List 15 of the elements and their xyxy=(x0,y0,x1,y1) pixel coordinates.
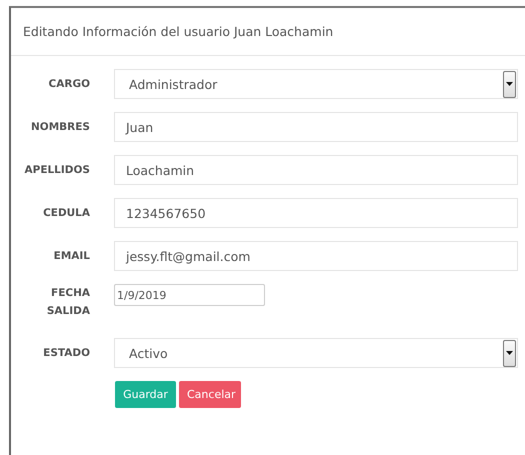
input-field[interactable]: Loachamin xyxy=(114,155,518,185)
dialog-title: Editando Información del usuario Juan Loachamin xyxy=(23,24,334,39)
select-field[interactable]: Activo xyxy=(114,338,518,368)
date-field[interactable]: 1/9/2019 xyxy=(114,284,265,306)
input-field[interactable]: Juan xyxy=(114,112,518,142)
input-field[interactable]: jessy.flt@gmail.com xyxy=(114,241,518,271)
field-label: EMAIL xyxy=(52,249,90,264)
field-label: FECHA SALIDA xyxy=(46,286,90,319)
field-label: APELLIDOS xyxy=(24,163,90,178)
input-field[interactable]: 1234567650 xyxy=(114,198,518,228)
field-label: NOMBRES xyxy=(30,120,90,135)
field-label: CARGO xyxy=(48,77,90,92)
field-label: ESTADO xyxy=(42,346,90,361)
field-label: CEDULA xyxy=(42,206,90,221)
select-field[interactable]: Administrador xyxy=(114,69,518,99)
